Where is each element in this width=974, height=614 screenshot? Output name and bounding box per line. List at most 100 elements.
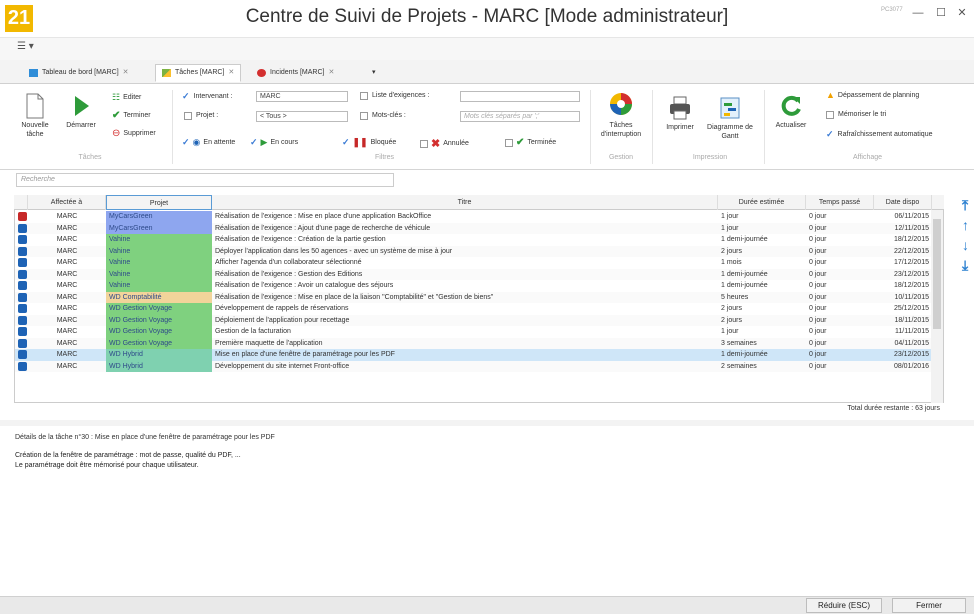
cell-temps: 0 jour	[809, 259, 827, 266]
checkbox[interactable]	[360, 91, 368, 100]
move-down-icon[interactable]: ↓	[962, 237, 969, 253]
delete-button[interactable]: ⊖ Supprimer	[112, 128, 156, 139]
table-row[interactable]: MARC Vahine Déployer l'application dans le…	[15, 245, 943, 257]
cell-temps: 0 jour	[809, 270, 827, 278]
move-top-icon[interactable]: ⤒	[962, 197, 968, 214]
main-menu-icon[interactable]: ☰ ▾	[17, 41, 34, 52]
table-row[interactable]: MARC Vahine Afficher l'agenda d'un collabo…	[15, 257, 943, 269]
group-filtres-label: Filtres	[374, 154, 395, 161]
header-titre[interactable]: Titre	[212, 195, 718, 210]
tab-tableau-de-bord[interactable]: Tableau de bord [MARC] ✕	[22, 64, 136, 82]
memoriser-label: Mémoriser le tri	[838, 111, 887, 118]
group-impression-label: Impression	[692, 154, 728, 161]
filter-projet[interactable]: Projet :	[184, 111, 218, 120]
close-window-button[interactable]: ✕	[953, 6, 971, 20]
search-input[interactable]: Recherche	[16, 173, 394, 187]
filter-intervenant[interactable]: ✓ Intervenant :	[182, 91, 232, 102]
table-row[interactable]: MARC MyCarsGreen Réalisation de l'exigence…	[15, 211, 943, 223]
table-row[interactable]: MARC Vahine Réalisation de l'exigence : Ge…	[15, 268, 943, 280]
bloquee-label: Bloquée	[370, 139, 397, 146]
tab-taches[interactable]: Tâches [MARC] ✕	[155, 64, 242, 82]
cell-temps: 0 jour	[809, 282, 827, 289]
header-duree[interactable]: Durée estimée	[718, 195, 806, 210]
header-affectee[interactable]: Affectée à	[28, 195, 106, 210]
splitter[interactable]	[0, 420, 974, 426]
header-projet[interactable]: Projet	[106, 195, 212, 210]
filter-depassement[interactable]: ▲ Dépassement de planning	[826, 90, 919, 100]
edit-label: Editer	[123, 94, 142, 101]
task-status-icon	[18, 269, 27, 279]
filter-en-cours[interactable]: ✓ ▶ En cours	[250, 137, 298, 148]
cell-projet: MyCarsGreen	[106, 222, 212, 234]
filter-mots-cles[interactable]: Mots-clés :	[360, 111, 406, 120]
en-attente-label: En attente	[203, 139, 236, 146]
tab-close-icon[interactable]: ✕	[328, 64, 334, 82]
projet-combo[interactable]: < Tous >	[256, 111, 348, 122]
memorize-sort-option[interactable]: Mémoriser le tri	[826, 110, 886, 119]
exigences-combo[interactable]	[460, 91, 580, 102]
tab-list-dropdown[interactable]: ▾	[365, 64, 383, 82]
table-row[interactable]: MARC WD Gestion Voyage Première maquette d…	[15, 337, 943, 349]
cell-affectee: MARC	[56, 305, 78, 312]
filter-annulee[interactable]: ✖ Annulée	[420, 137, 469, 150]
table-row[interactable]: MARC WD Gestion Voyage Gestion de la factu…	[15, 326, 943, 338]
document-tabs	[0, 60, 974, 84]
header-temps[interactable]: Temps passé	[806, 195, 874, 210]
header-date[interactable]: Date dispo	[874, 195, 932, 210]
filter-en-attente[interactable]: ✓ ◉ En attente	[182, 137, 235, 148]
move-up-icon[interactable]: ↑	[962, 217, 969, 233]
cell-projet: WD Gestion Voyage	[106, 303, 212, 315]
table-row[interactable]: MARC WD Gestion Voyage Développement de ra…	[15, 303, 943, 315]
table-row[interactable]: MARC WD Hybrid Mise en place d'une fenêtre…	[15, 349, 943, 361]
task-description[interactable]: Création de la fenêtre de paramétrage : …	[15, 451, 965, 596]
start-button[interactable]: Démarrer	[64, 93, 98, 130]
refresh-button[interactable]: Actualiser	[770, 93, 812, 130]
table-row[interactable]: MARC WD Comptabilité Réalisation de l'exig…	[15, 291, 943, 303]
reduce-button[interactable]: Réduire (ESC)	[806, 598, 882, 613]
tab-label: Tâches [MARC]	[175, 69, 225, 76]
table-row[interactable]: MARC Vahine Réalisation de l'exigence : Av…	[15, 280, 943, 292]
filter-bloquee[interactable]: ✓ ❚❚ Bloquée	[342, 137, 396, 148]
table-row[interactable]: MARC MyCarsGreen Réalisation de l'exigence…	[15, 222, 943, 234]
tab-close-icon[interactable]: ✕	[228, 64, 234, 82]
checkbox[interactable]	[505, 138, 513, 147]
filter-terminee[interactable]: ✔ Terminée	[505, 137, 556, 148]
close-button[interactable]: Fermer	[892, 598, 966, 613]
color-wheel-icon	[610, 93, 632, 115]
rafraichissement-label: Rafraîchissement automatique	[837, 131, 933, 138]
checkbox[interactable]	[184, 111, 192, 120]
tab-incidents[interactable]: Incidents [MARC] ✕	[250, 64, 341, 82]
task-status-icon	[18, 212, 27, 221]
refresh-icon	[781, 95, 801, 116]
maximize-button[interactable]: ☐	[932, 6, 950, 20]
checkbox[interactable]	[826, 110, 834, 119]
task-details-title: Détails de la tâche n°30 : Mise en place…	[15, 434, 275, 441]
tab-close-icon[interactable]: ✕	[123, 64, 129, 82]
cell-date: 18/11/2015	[894, 316, 929, 324]
print-button[interactable]: Imprimer	[660, 95, 700, 132]
new-task-button[interactable]: Nouvelle tâche	[20, 93, 50, 139]
delete-label: Supprimer	[123, 130, 156, 137]
edit-button[interactable]: ☷ Editer	[112, 92, 141, 103]
interruption-tasks-button[interactable]: Tâches d'interruption	[596, 91, 646, 139]
cell-temps: 0 jour	[809, 351, 827, 358]
move-bottom-icon[interactable]: ⤓	[962, 257, 968, 274]
intervenant-combo[interactable]: MARC	[256, 91, 348, 102]
play-icon: ▶	[260, 137, 268, 147]
checkbox[interactable]	[420, 139, 428, 148]
table-row[interactable]: MARC WD Hybrid Développement du site inter…	[15, 360, 943, 372]
gantt-button[interactable]: Diagramme de Gantt	[705, 95, 755, 141]
cell-duree: 1 jour	[721, 224, 739, 232]
mots-cles-input[interactable]: Mots clés séparés par ';'	[460, 111, 580, 122]
finish-button[interactable]: ✔ Terminer	[112, 110, 151, 121]
table-row[interactable]: MARC WD Gestion Voyage Déploiement de l'ap…	[15, 314, 943, 326]
table-row[interactable]: MARC Vahine Réalisation de l'exigence : Cr…	[15, 234, 943, 246]
cell-duree: 1 jour	[721, 328, 739, 335]
cell-date: 10/11/2015	[894, 293, 929, 301]
filter-exigences[interactable]: Liste d'exigences :	[360, 91, 429, 100]
auto-refresh-option[interactable]: ✓ Rafraîchissement automatique	[826, 129, 932, 140]
checkbox[interactable]	[360, 111, 368, 120]
minimize-button[interactable]: —	[909, 6, 927, 20]
header-icon-col[interactable]	[14, 195, 28, 210]
scrollbar-thumb[interactable]	[933, 219, 941, 329]
